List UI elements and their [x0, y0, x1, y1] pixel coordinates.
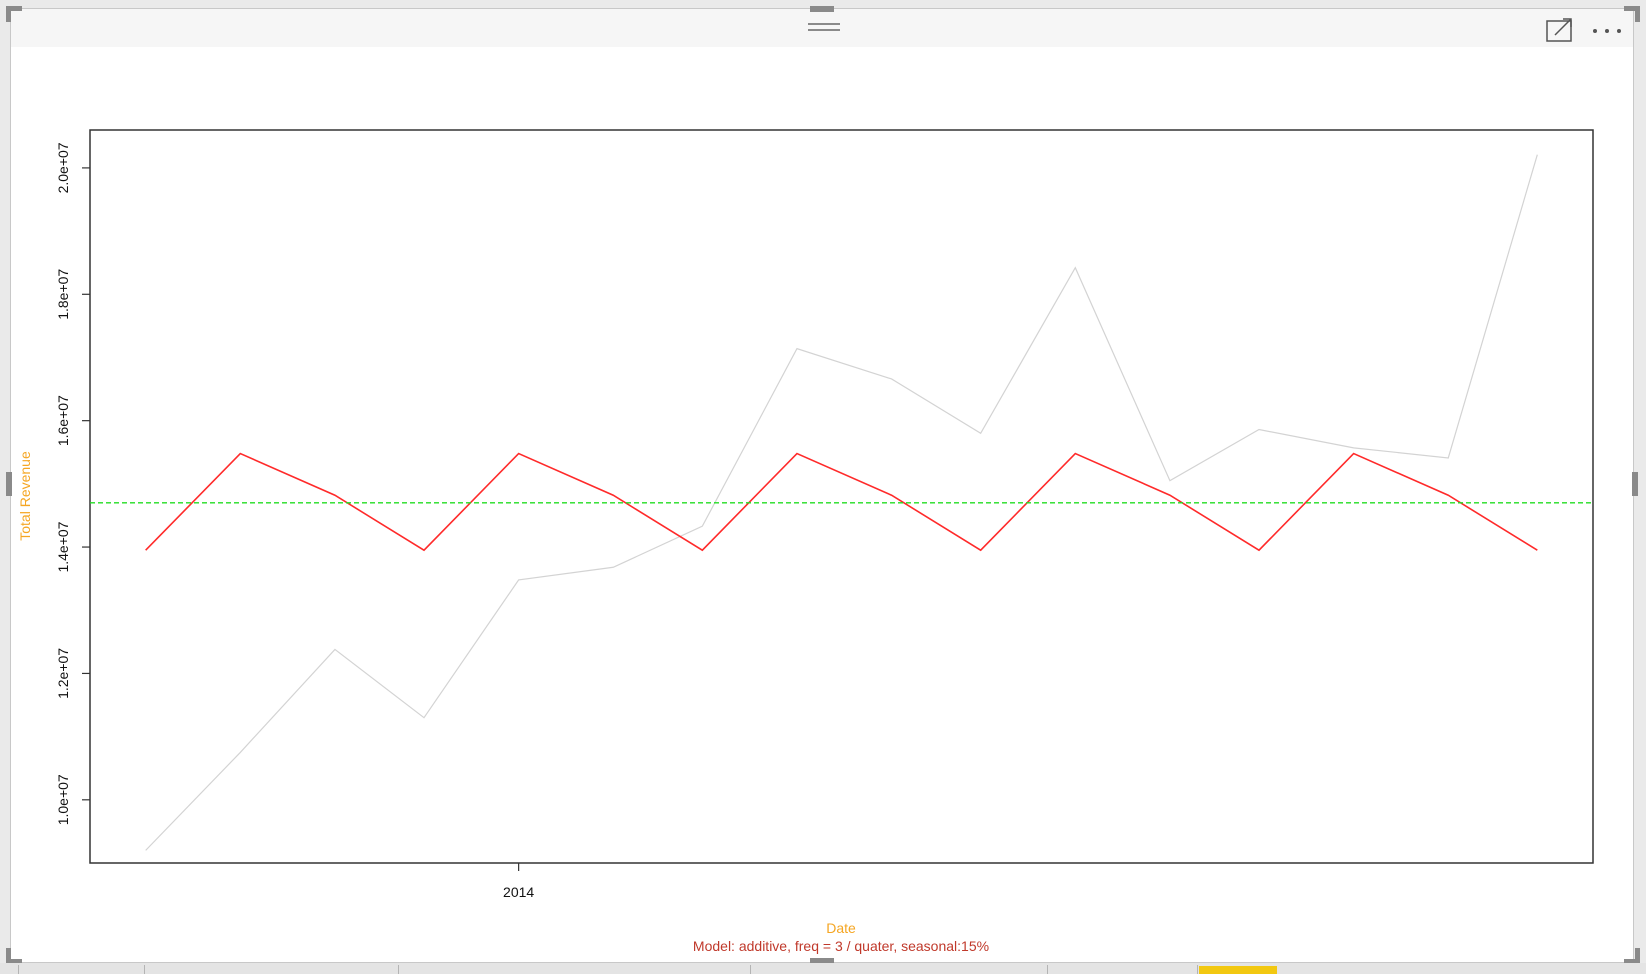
y-tick-label: 2.0e+07	[55, 142, 71, 193]
tab-divider	[398, 965, 399, 974]
y-tick-label: 1.0e+07	[55, 774, 71, 825]
x-axis: 2014	[503, 863, 534, 900]
tab-divider	[1047, 965, 1048, 974]
page-tab-strip	[0, 963, 1646, 974]
y-axis-title: Total Revenue	[17, 451, 33, 541]
y-tick-label: 1.6e+07	[55, 395, 71, 446]
tab-divider	[750, 965, 751, 974]
y-tick-label: 1.2e+07	[55, 648, 71, 699]
tab-divider	[1197, 965, 1198, 974]
y-tick-label: 1.8e+07	[55, 269, 71, 320]
x-tick-label: 2014	[503, 884, 534, 900]
tab-divider	[18, 965, 19, 974]
x-axis-title: Date	[826, 920, 856, 936]
model-subtitle: Model: additive, freq = 3 / quater, seas…	[693, 938, 989, 954]
y-tick-label: 1.4e+07	[55, 521, 71, 572]
tab-divider	[144, 965, 145, 974]
active-page-tab[interactable]	[1199, 966, 1277, 974]
plot-area-border	[89, 129, 1594, 864]
series-line-seasonal	[145, 452, 1538, 552]
y-axis: 1.0e+07 1.2e+07 1.4e+07 1.6e+07 1.8e+07 2.0e+…	[55, 142, 90, 825]
decomposition-line-chart: 1.0e+07 1.2e+07 1.4e+07 1.6e+07 1.8e+07 2.0e+…	[17, 129, 1594, 954]
